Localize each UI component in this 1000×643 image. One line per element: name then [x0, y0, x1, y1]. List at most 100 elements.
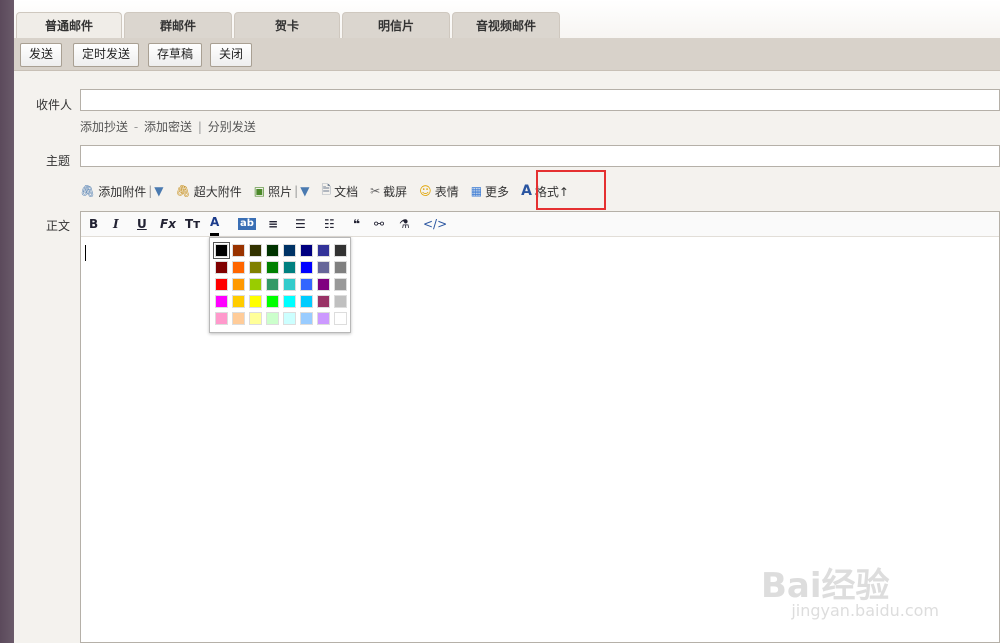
- color-swatch[interactable]: [249, 244, 262, 257]
- color-swatch[interactable]: [232, 278, 245, 291]
- color-swatch[interactable]: [334, 312, 347, 325]
- font-size-button[interactable]: Tт: [185, 215, 200, 233]
- color-swatch[interactable]: [317, 295, 330, 308]
- color-swatch[interactable]: [266, 295, 279, 308]
- grid-icon: ▦: [470, 184, 483, 198]
- font-color-palette: [209, 237, 351, 333]
- color-swatch[interactable]: [232, 295, 245, 308]
- photo-icon: ▣: [253, 184, 266, 198]
- list-button[interactable]: ☰: [295, 215, 306, 233]
- tab-greeting-card[interactable]: 贺卡: [234, 12, 340, 39]
- tab-normal-mail[interactable]: 普通邮件: [16, 12, 122, 39]
- compose-tabs: 普通邮件 群邮件 贺卡 明信片 音视频邮件: [14, 0, 1000, 39]
- action-toolbar: 发送 定时发送 存草稿 关闭: [14, 38, 1000, 71]
- color-swatch[interactable]: [266, 261, 279, 274]
- color-swatch[interactable]: [300, 312, 313, 325]
- color-swatch[interactable]: [334, 261, 347, 274]
- more-button[interactable]: ▦ 更多: [471, 183, 509, 200]
- tab-group-mail[interactable]: 群邮件: [124, 12, 232, 39]
- align-button[interactable]: ≡: [268, 215, 278, 233]
- color-swatch[interactable]: [232, 261, 245, 274]
- add-cc-link[interactable]: 添加抄送: [80, 120, 128, 134]
- compose-form: 收件人 添加抄送 - 添加密送 | 分别发送 主题 🖇 添加附件 | ▼ �: [14, 71, 1000, 643]
- color-swatch[interactable]: [334, 295, 347, 308]
- photo-dropdown-icon[interactable]: ▼: [300, 184, 309, 198]
- color-swatch[interactable]: [232, 244, 245, 257]
- format-highlight-box: [536, 170, 606, 210]
- add-attachment-dropdown-icon[interactable]: ▼: [154, 184, 163, 198]
- document-button[interactable]: 🗎 文档: [321, 181, 358, 202]
- body-editor[interactable]: B I U Fx Tт A ab ≡ ☰ ☷ ❝ ⚯ ⚗ </> Bai经验 j…: [80, 211, 1000, 643]
- color-swatch[interactable]: [266, 312, 279, 325]
- color-swatch[interactable]: [300, 244, 313, 257]
- schedule-send-button[interactable]: 定时发送: [73, 43, 140, 67]
- send-button[interactable]: 发送: [20, 43, 63, 67]
- font-color-button[interactable]: A: [210, 215, 220, 236]
- color-swatch[interactable]: [283, 244, 296, 257]
- add-attachment-button[interactable]: 🖇 添加附件 | ▼: [80, 183, 164, 200]
- recipient-label: 收件人: [36, 98, 73, 112]
- source-code-button[interactable]: </>: [423, 215, 447, 233]
- color-swatch[interactable]: [283, 312, 296, 325]
- italic-button[interactable]: I: [113, 215, 119, 233]
- subject-label: 主题: [46, 154, 71, 168]
- color-swatch[interactable]: [283, 295, 296, 308]
- recipient-links: 添加抄送 - 添加密送 | 分别发送: [80, 120, 256, 134]
- indent-button[interactable]: ☷: [324, 215, 335, 233]
- color-swatch[interactable]: [266, 244, 279, 257]
- link-button[interactable]: ⚯: [374, 215, 384, 233]
- screenshot-label: 截屏: [383, 184, 408, 199]
- photo-label: 照片: [268, 184, 293, 199]
- color-swatch[interactable]: [266, 278, 279, 291]
- color-swatch[interactable]: [334, 278, 347, 291]
- more-label: 更多: [485, 184, 510, 199]
- color-swatch[interactable]: [249, 295, 262, 308]
- subject-input[interactable]: [80, 145, 1000, 167]
- screenshot-button[interactable]: ✂ 截屏: [370, 183, 407, 200]
- bold-button[interactable]: B: [89, 215, 98, 233]
- color-swatch[interactable]: [249, 278, 262, 291]
- color-swatch[interactable]: [215, 261, 228, 274]
- color-swatch[interactable]: [317, 278, 330, 291]
- tab-postcard[interactable]: 明信片: [342, 12, 450, 39]
- color-swatch[interactable]: [317, 261, 330, 274]
- color-swatch[interactable]: [317, 312, 330, 325]
- color-swatch[interactable]: [317, 244, 330, 257]
- emoji-button[interactable]: ☺ 表情: [419, 183, 459, 200]
- color-swatch[interactable]: [213, 242, 230, 259]
- paperclip-icon: 🖇: [80, 184, 96, 198]
- color-swatch[interactable]: [334, 244, 347, 257]
- close-button[interactable]: 关闭: [210, 43, 253, 67]
- color-swatch[interactable]: [300, 261, 313, 274]
- underline-button[interactable]: U: [137, 215, 147, 233]
- color-swatch[interactable]: [249, 312, 262, 325]
- clear-format-button[interactable]: Fx: [160, 215, 176, 233]
- add-bcc-link[interactable]: 添加密送: [144, 120, 192, 134]
- color-swatch[interactable]: [215, 278, 228, 291]
- big-attachment-button[interactable]: 🖇 超大附件: [176, 183, 242, 200]
- bg-color-button[interactable]: ab: [238, 218, 256, 230]
- body-label: 正文: [46, 219, 71, 233]
- format-toolbar: B I U Fx Tт A ab ≡ ☰ ☷ ❝ ⚯ ⚗ </>: [81, 212, 999, 237]
- color-swatch[interactable]: [249, 261, 262, 274]
- color-swatch[interactable]: [215, 295, 228, 308]
- recipient-input[interactable]: [80, 89, 1000, 111]
- color-swatch[interactable]: [283, 261, 296, 274]
- text-cursor: [85, 245, 86, 261]
- color-swatch[interactable]: [300, 278, 313, 291]
- color-swatch[interactable]: [300, 295, 313, 308]
- document-icon: 🗎: [321, 182, 332, 197]
- format-painter-button[interactable]: ⚗: [399, 215, 410, 233]
- color-swatch[interactable]: [283, 278, 296, 291]
- separate-send-link[interactable]: 分别发送: [208, 120, 256, 134]
- save-draft-button[interactable]: 存草稿: [148, 43, 203, 67]
- color-swatch[interactable]: [232, 312, 245, 325]
- window-frame: 普通邮件 群邮件 贺卡 明信片 音视频邮件 发送 定时发送 存草稿 关闭 收件人…: [0, 0, 1000, 643]
- document-label: 文档: [334, 184, 359, 199]
- font-a-icon: A: [521, 183, 532, 199]
- photo-button[interactable]: ▣ 照片 | ▼: [254, 183, 310, 200]
- color-swatch[interactable]: [215, 312, 228, 325]
- tab-av-mail[interactable]: 音视频邮件: [452, 12, 560, 39]
- smiley-icon: ☺: [419, 184, 432, 198]
- quote-button[interactable]: ❝: [353, 215, 360, 233]
